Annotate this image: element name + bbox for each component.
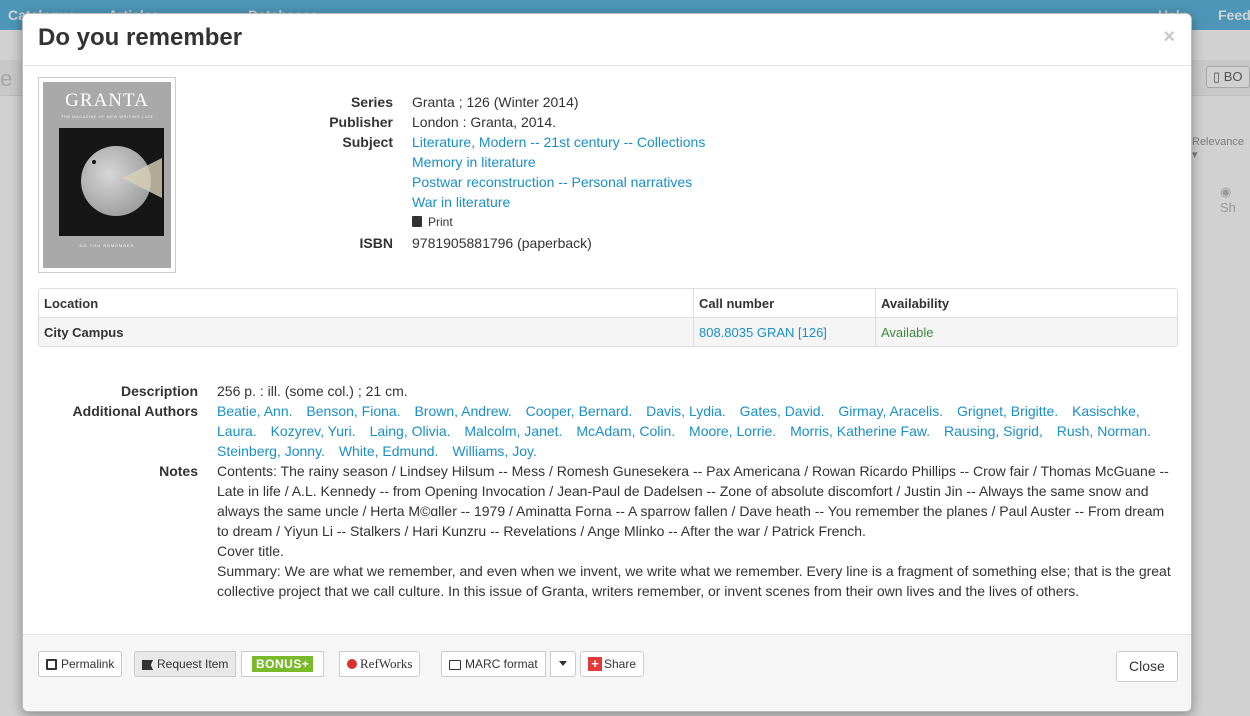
permalink-button[interactable]: Permalink [38, 651, 123, 677]
cover-masthead: GRANTA [65, 90, 149, 111]
author-link[interactable]: Gates, David. [740, 403, 825, 419]
additional-authors-label: Additional Authors [72, 403, 198, 419]
notes-contents: Contents: The rainy season / Lindsey Hil… [217, 463, 1169, 539]
series-value: Granta ; 126 (Winter 2014) [412, 94, 579, 110]
marc-format-button[interactable]: MARC format [441, 651, 546, 677]
caret-down-icon [559, 661, 567, 666]
subject-link[interactable]: Memory in literature [412, 154, 536, 170]
publisher-value: London : Granta, 2014. [412, 114, 556, 130]
flag-icon [142, 660, 153, 670]
author-link[interactable]: Grignet, Brigitte. [957, 403, 1058, 419]
marc-format-dropdown-toggle[interactable] [550, 651, 576, 677]
request-item-button[interactable]: Request Item [134, 651, 237, 677]
cover-image: GRANTA THE MAGAZINE OF NEW WRITING | 126… [43, 82, 171, 268]
author-link[interactable]: Brown, Andrew. [414, 403, 511, 419]
notes-content: Contents: The rainy season / Lindsey Hil… [217, 461, 1179, 601]
cover-subtitle: THE MAGAZINE OF NEW WRITING | 126 [61, 114, 153, 119]
record-modal: Do you remember × GRANTA THE MAGAZINE OF… [22, 13, 1192, 712]
notes-cover-title: Cover title. [217, 543, 284, 559]
bonus-plus-button[interactable]: BONUS+ [241, 651, 325, 677]
subject-link[interactable]: Postwar reconstruction -- Personal narra… [412, 174, 692, 190]
refworks-button[interactable]: RefWorks [339, 651, 421, 677]
modal-title: Do you remember [38, 24, 243, 51]
author-link[interactable]: Morris, Katherine Faw. [790, 423, 930, 439]
description-value: 256 p. : ill. (some col.) ; 21 cm. [217, 383, 408, 399]
cover-triangle-shape [122, 158, 162, 198]
series-label: Series [350, 94, 393, 110]
column-divider [875, 289, 876, 346]
bonus-logo: BONUS+ [252, 656, 314, 672]
column-header-location: Location [44, 296, 99, 311]
share-plus-icon: + [588, 657, 602, 671]
isbn-value: 9781905881796 (paperback) [412, 235, 592, 251]
column-divider [693, 289, 694, 346]
subject-link[interactable]: Literature, Modern -- 21st century -- Co… [412, 134, 705, 150]
print-link[interactable]: Print [412, 215, 453, 229]
author-link[interactable]: Kozyrev, Yuri. [271, 423, 356, 439]
expand-icon [46, 659, 57, 670]
book-icon [412, 216, 422, 227]
author-link[interactable]: Cooper, Bernard. [526, 403, 633, 419]
book-cover-thumbnail: GRANTA THE MAGAZINE OF NEW WRITING | 126… [38, 77, 176, 273]
author-link[interactable]: Benson, Fiona. [306, 403, 400, 419]
cover-bottom-text: DO YOU REMEMBER [79, 243, 135, 248]
subject-label: Subject [342, 134, 393, 150]
modal-footer: Permalink Request Item BONUS+ RefWorks M… [23, 634, 1191, 711]
subject-link[interactable]: War in literature [412, 194, 510, 210]
author-link[interactable]: White, Edmund. [339, 443, 439, 459]
author-link[interactable]: Moore, Lorrie. [689, 423, 776, 439]
additional-authors-list: Beatie, Ann. Benson, Fiona. Brown, Andre… [217, 401, 1177, 461]
modal-header: Do you remember × [23, 14, 1191, 66]
share-button[interactable]: + Share [580, 651, 645, 677]
notes-summary: Summary: We are what we remember, and ev… [217, 563, 1171, 599]
holding-call-number-link[interactable]: 808.8035 GRAN [126] [699, 325, 827, 340]
marc-icon [449, 660, 461, 670]
column-header-availability: Availability [881, 296, 950, 311]
notes-label: Notes [159, 463, 198, 479]
author-link[interactable]: McAdam, Colin. [576, 423, 675, 439]
cover-dot-shape [92, 160, 96, 164]
close-button[interactable]: Close [1116, 651, 1178, 682]
author-link[interactable]: Malcolm, Janet. [464, 423, 562, 439]
author-link[interactable]: Rush, Norman. [1057, 423, 1151, 439]
column-header-call-number: Call number [699, 296, 775, 311]
author-link[interactable]: Rausing, Sigrid, [944, 423, 1043, 439]
publisher-label: Publisher [329, 114, 393, 130]
author-link[interactable]: Beatie, Ann. [217, 403, 293, 419]
holdings-header-row: Location Call number Availability [39, 289, 1177, 318]
cover-artwork [59, 128, 164, 236]
author-link[interactable]: Laing, Olivia. [370, 423, 451, 439]
description-label: Description [120, 383, 198, 399]
holding-location: City Campus [44, 325, 124, 340]
isbn-label: ISBN [359, 235, 393, 251]
table-row: City Campus 808.8035 GRAN [126] Availabl… [39, 318, 1177, 346]
author-link[interactable]: Williams, Joy. [452, 443, 537, 459]
holdings-table: Location Call number Availability City C… [38, 288, 1178, 347]
close-icon[interactable]: × [1163, 26, 1175, 49]
author-link[interactable]: Davis, Lydia. [646, 403, 726, 419]
refworks-icon [347, 659, 357, 669]
author-link[interactable]: Steinberg, Jonny. [217, 443, 325, 459]
holding-availability-status: Available [881, 325, 934, 340]
author-link[interactable]: Girmay, Aracelis. [838, 403, 943, 419]
